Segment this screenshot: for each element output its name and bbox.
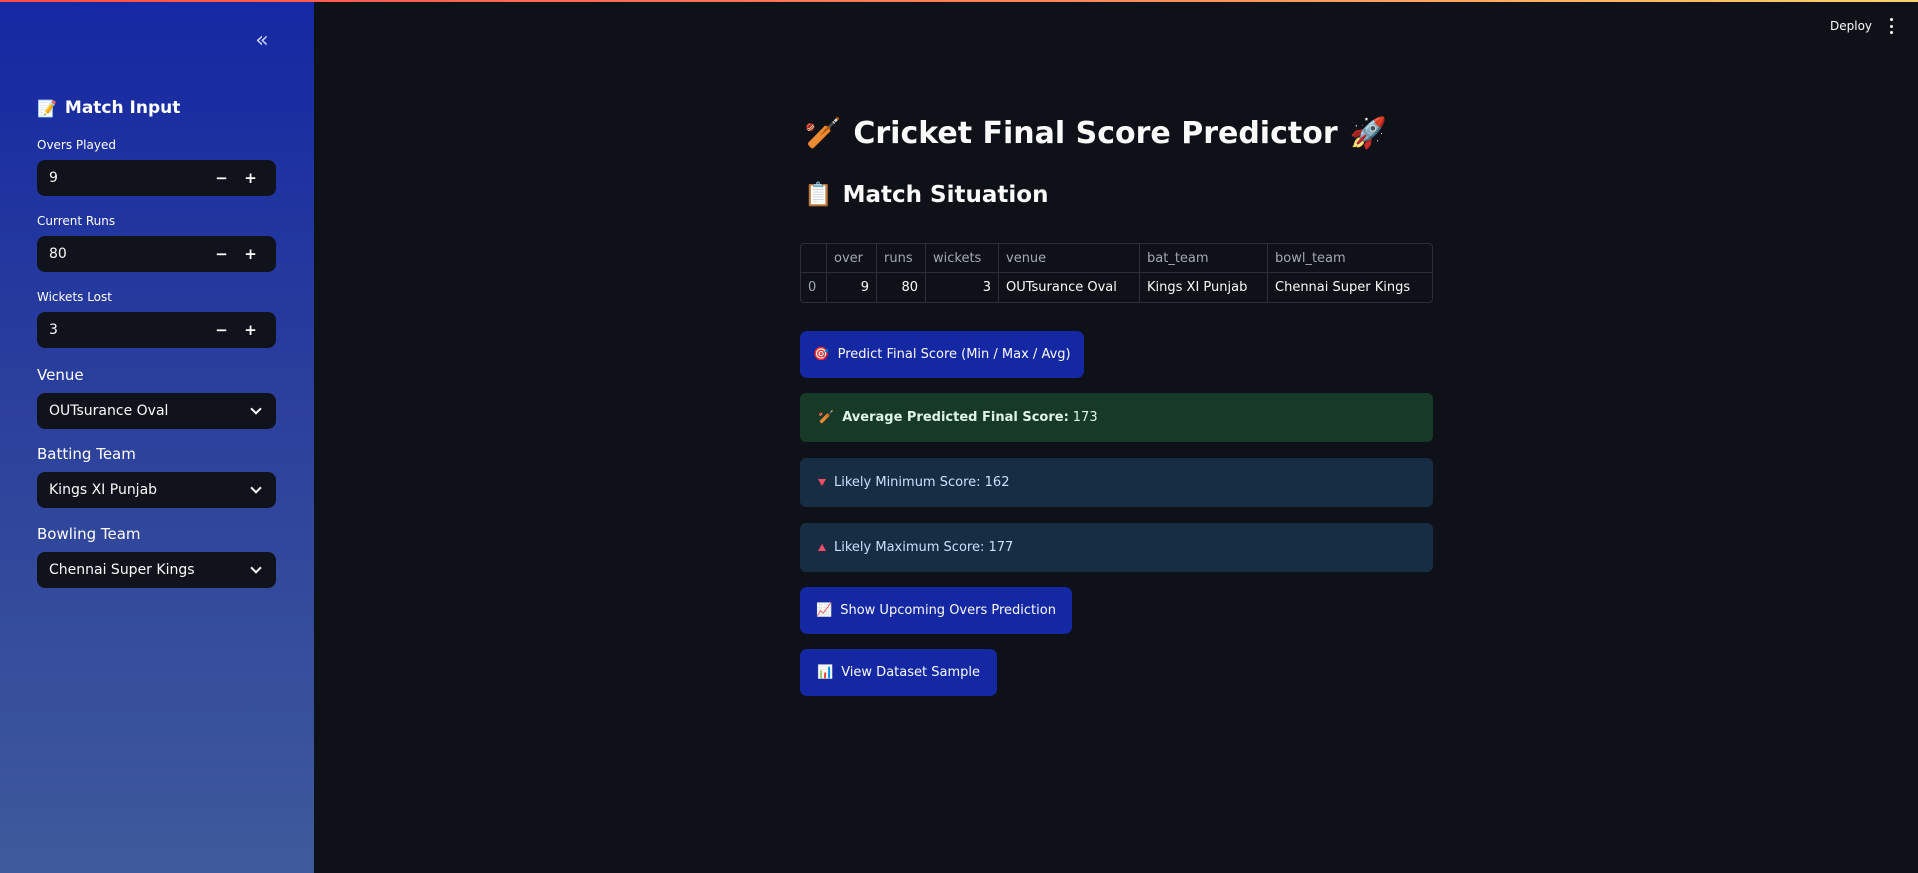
- runs-input[interactable]: [37, 236, 207, 272]
- table-cell-bat-team: Kings XI Punjab: [1140, 273, 1268, 302]
- venue-select[interactable]: OUTsurance Oval: [37, 393, 276, 429]
- overs-decrement-button[interactable]: −: [207, 160, 236, 196]
- table-cell-index: 0: [801, 273, 827, 302]
- page-title: 🏏 Cricket Final Score Predictor 🚀: [804, 116, 1387, 151]
- bar-chart-icon: 📊: [817, 665, 834, 680]
- predict-button-label: Predict Final Score (Min / Max / Avg): [837, 347, 1071, 362]
- table-header-bowl-team[interactable]: bowl_team: [1268, 244, 1432, 273]
- predict-final-score-button[interactable]: 🎯 Predict Final Score (Min / Max / Avg): [800, 331, 1084, 378]
- runs-decrement-button[interactable]: −: [207, 236, 236, 272]
- memo-icon: 📝: [37, 98, 57, 118]
- sidebar: « 📝 Match Input Overs Played − + Current…: [0, 0, 314, 873]
- table-header-index: [801, 244, 827, 273]
- top-decoration-bar: [0, 0, 1918, 2]
- average-score-value: 173: [1072, 410, 1098, 425]
- wickets-stepper: − +: [37, 312, 276, 348]
- upcoming-button-label: Show Upcoming Overs Prediction: [840, 603, 1056, 618]
- venue-selected-value: OUTsurance Oval: [49, 403, 169, 419]
- collapse-sidebar-icon[interactable]: «: [250, 30, 274, 54]
- overs-stepper: − +: [37, 160, 276, 196]
- table-header-runs[interactable]: runs: [877, 244, 926, 273]
- table-header-venue[interactable]: venue: [999, 244, 1140, 273]
- section-heading: 📋 Match Situation: [804, 181, 1049, 209]
- deploy-button[interactable]: Deploy: [1830, 19, 1872, 33]
- rocket-icon: 🚀: [1349, 116, 1387, 151]
- sidebar-heading-text: Match Input: [64, 98, 181, 118]
- runs-stepper: − +: [37, 236, 276, 272]
- overs-field: Overs Played − +: [37, 138, 276, 196]
- runs-increment-button[interactable]: +: [236, 236, 265, 272]
- table-header-row: over runs wickets venue bat_team bowl_te…: [801, 244, 1432, 273]
- triangle-down-icon: [818, 479, 826, 486]
- table-cell-wickets: 3: [926, 273, 999, 302]
- batting-team-select[interactable]: Kings XI Punjab: [37, 472, 276, 508]
- runs-field: Current Runs − +: [37, 214, 276, 272]
- wickets-increment-button[interactable]: +: [236, 312, 265, 348]
- view-dataset-sample-button[interactable]: 📊 View Dataset Sample: [800, 649, 997, 696]
- chevron-down-icon: [250, 482, 262, 494]
- wickets-decrement-button[interactable]: −: [207, 312, 236, 348]
- overs-label: Overs Played: [37, 138, 116, 152]
- table-header-over[interactable]: over: [827, 244, 877, 273]
- wickets-field: Wickets Lost − +: [37, 290, 276, 348]
- cricket-bat-icon: 🏏: [818, 410, 835, 425]
- minimum-score-text: Likely Minimum Score: 162: [834, 475, 1010, 490]
- maximum-score-alert: Likely Maximum Score: 177: [800, 523, 1433, 572]
- page-title-text: Cricket Final Score Predictor: [853, 116, 1338, 151]
- table-row: 0 9 80 3 OUTsurance Oval Kings XI Punjab…: [801, 273, 1432, 302]
- triangle-up-icon: [818, 544, 826, 551]
- clipboard-icon: 📋: [804, 182, 833, 208]
- more-menu-icon[interactable]: [1888, 18, 1894, 34]
- target-icon: 🎯: [813, 347, 830, 362]
- batting-team-label: Batting Team: [37, 445, 136, 463]
- table-cell-over: 9: [827, 273, 877, 302]
- wickets-label: Wickets Lost: [37, 290, 112, 304]
- chevron-down-icon: [250, 562, 262, 574]
- runs-label: Current Runs: [37, 214, 116, 228]
- venue-label: Venue: [37, 366, 84, 384]
- section-heading-text: Match Situation: [842, 181, 1049, 208]
- table-cell-bowl-team: Chennai Super Kings: [1275, 280, 1411, 295]
- table-cell-runs: 80: [877, 273, 926, 302]
- sidebar-heading: 📝 Match Input: [37, 98, 180, 118]
- overs-increment-button[interactable]: +: [236, 160, 265, 196]
- bowling-team-field: Bowling Team Chennai Super Kings: [37, 525, 276, 588]
- bowling-team-selected-value: Chennai Super Kings: [49, 562, 195, 578]
- dataset-button-label: View Dataset Sample: [841, 665, 980, 680]
- table-cell-venue: OUTsurance Oval: [999, 273, 1140, 302]
- chart-increasing-icon: 📈: [816, 603, 833, 618]
- chevron-down-icon: [250, 403, 262, 415]
- wickets-input[interactable]: [37, 312, 207, 348]
- bowling-team-label: Bowling Team: [37, 525, 141, 543]
- cricket-bat-icon: 🏏: [804, 116, 842, 151]
- show-upcoming-overs-button[interactable]: 📈 Show Upcoming Overs Prediction: [800, 587, 1072, 634]
- table-header-bat-team[interactable]: bat_team: [1140, 244, 1268, 273]
- table-header-wickets[interactable]: wickets: [926, 244, 999, 273]
- batting-team-selected-value: Kings XI Punjab: [49, 482, 158, 498]
- overs-input[interactable]: [37, 160, 207, 196]
- average-score-label: Average Predicted Final Score:: [842, 410, 1069, 425]
- venue-field: Venue OUTsurance Oval: [37, 366, 276, 429]
- bowling-team-select[interactable]: Chennai Super Kings: [37, 552, 276, 588]
- match-situation-table[interactable]: over runs wickets venue bat_team bowl_te…: [800, 243, 1433, 303]
- maximum-score-text: Likely Maximum Score: 177: [834, 540, 1014, 555]
- batting-team-field: Batting Team Kings XI Punjab: [37, 445, 276, 508]
- average-score-alert: 🏏 Average Predicted Final Score: 173: [800, 393, 1433, 442]
- minimum-score-alert: Likely Minimum Score: 162: [800, 458, 1433, 507]
